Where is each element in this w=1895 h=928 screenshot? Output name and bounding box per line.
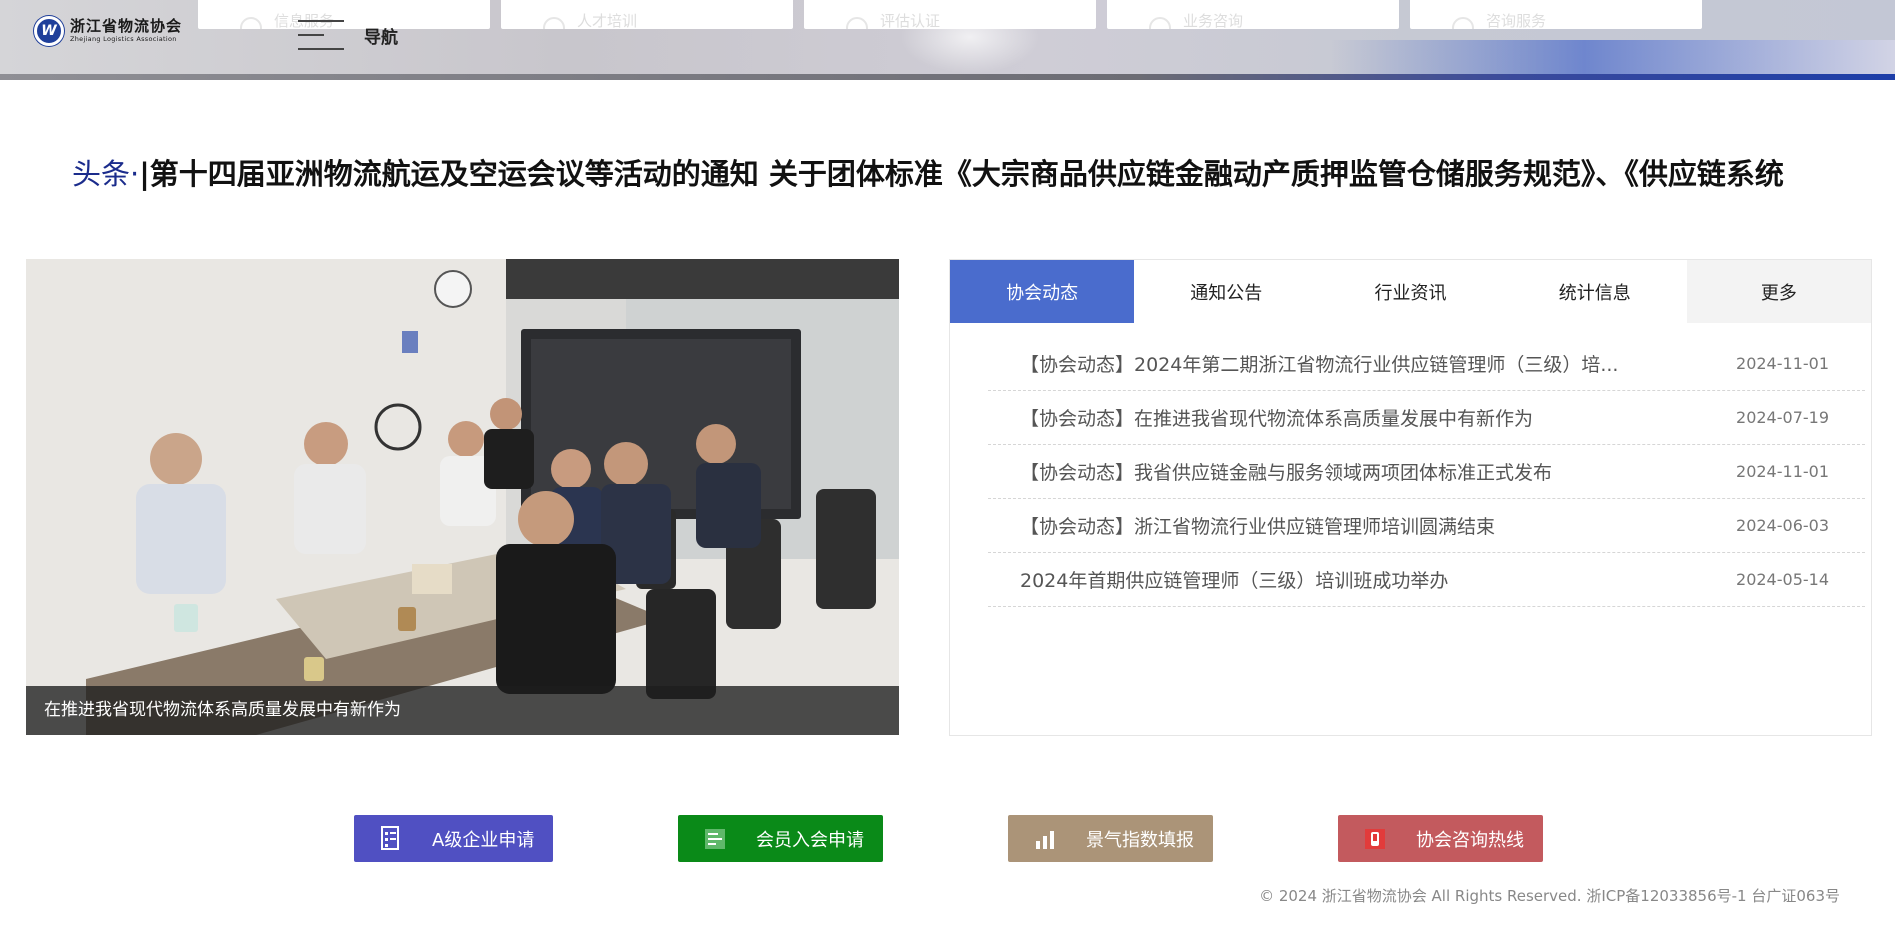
prosperity-index-report-button[interactable]: 景气指数填报 [1008, 815, 1213, 862]
news-title[interactable]: 【协会动态】2024年第二期浙江省物流行业供应链管理师（三级）培... [1020, 350, 1618, 377]
headline-text[interactable]: |第十四届亚洲物流航运及空运会议等活动的通知 关于团体标准《大宗商品供应链金融动… [139, 157, 1784, 191]
training-icon [543, 17, 565, 29]
nav-label: 导航 [364, 27, 398, 48]
top-card-4[interactable]: 业务咨询 [1107, 0, 1399, 29]
list-item[interactable]: 2024年首期供应链管理师（三级）培训班成功举办 2024-05-14 [988, 553, 1865, 607]
meeting-room-photo [26, 259, 899, 735]
featured-photo[interactable]: 在推进我省现代物流体系高质量发展中有新作为 [26, 259, 899, 735]
tab-association-news[interactable]: 协会动态 [950, 260, 1135, 323]
top-card-2[interactable]: 人才培训 [501, 0, 793, 29]
list-item[interactable]: 【协会动态】我省供应链金融与服务领域两项团体标准正式发布 2024-11-01 [988, 445, 1865, 499]
top-card-label: 咨询服务 [1486, 12, 1547, 29]
news-list: 【协会动态】2024年第二期浙江省物流行业供应链管理师（三级）培... 2024… [988, 337, 1865, 607]
header-banner-streak [1330, 40, 1895, 74]
chat-icon [1452, 17, 1474, 29]
top-service-cards: 信息服务 人才培训 评估认证 业务咨询 咨询服务 [198, 0, 1702, 29]
tab-more[interactable]: 更多 [1686, 260, 1872, 323]
gear-icon [846, 17, 868, 29]
a-level-enterprise-apply-label: A级企业申请 [432, 829, 535, 851]
news-tabs: 协会动态 通知公告 行业资讯 统计信息 更多 [950, 260, 1872, 323]
logo-emblem-icon: W [34, 16, 64, 46]
headline-ticker[interactable]: 头条·|第十四届亚洲物流航运及空运会议等活动的通知 关于团体标准《大宗商品供应链… [72, 152, 1852, 196]
footer-copyright: © 2024 浙江省物流协会 All Rights Reserved. 浙ICP… [1259, 887, 1840, 905]
member-join-apply-button[interactable]: 会员入会申请 [678, 815, 883, 862]
tab-industry-news[interactable]: 行业资讯 [1318, 260, 1503, 323]
document-list-icon [378, 825, 404, 852]
prosperity-index-report-label: 景气指数填报 [1086, 829, 1194, 851]
photo-caption[interactable]: 在推进我省现代物流体系高质量发展中有新作为 [26, 686, 899, 735]
logo-name-en: Zhejiang Logistics Association [70, 35, 177, 43]
news-date: 2024-06-03 [1736, 516, 1829, 535]
top-card-label: 人才培训 [577, 12, 638, 29]
top-card-label: 业务咨询 [1183, 12, 1244, 29]
top-card-3[interactable]: 评估认证 [804, 0, 1096, 29]
phone-icon [1362, 826, 1388, 852]
tab-statistics[interactable]: 统计信息 [1502, 260, 1687, 323]
hamburger-icon [298, 20, 344, 50]
list-item[interactable]: 【协会动态】在推进我省现代物流体系高质量发展中有新作为 2024-07-19 [988, 391, 1865, 445]
news-title[interactable]: 【协会动态】我省供应链金融与服务领域两项团体标准正式发布 [1020, 458, 1552, 485]
consulting-hotline-button[interactable]: 协会咨询热线 [1338, 815, 1543, 862]
site-logo[interactable]: W 浙江省物流协会 Zhejiang Logistics Association [34, 16, 182, 46]
news-date: 2024-11-01 [1736, 462, 1829, 481]
headline-label: 头条· [72, 157, 140, 191]
top-card-5[interactable]: 咨询服务 [1410, 0, 1702, 29]
top-card-label: 评估认证 [880, 12, 941, 29]
form-icon [702, 826, 728, 852]
news-date: 2024-11-01 [1736, 354, 1829, 373]
news-date: 2024-05-14 [1736, 570, 1829, 589]
site-header: 信息服务 人才培训 评估认证 业务咨询 咨询服务 W 浙江省物流协会 Zheji… [0, 0, 1895, 80]
bar-chart-icon [1032, 826, 1058, 852]
list-item[interactable]: 【协会动态】2024年第二期浙江省物流行业供应链管理师（三级）培... 2024… [988, 337, 1865, 391]
a-level-enterprise-apply-button[interactable]: A级企业申请 [354, 815, 553, 862]
news-panel: 协会动态 通知公告 行业资讯 统计信息 更多 【协会动态】2024年第二期浙江省… [949, 259, 1872, 736]
news-title[interactable]: 2024年首期供应链管理师（三级）培训班成功举办 [1020, 566, 1448, 593]
list-item[interactable]: 【协会动态】浙江省物流行业供应链管理师培训圆满结束 2024-06-03 [988, 499, 1865, 553]
logo-name-cn: 浙江省物流协会 [70, 17, 183, 35]
news-title[interactable]: 【协会动态】在推进我省现代物流体系高质量发展中有新作为 [1020, 404, 1533, 431]
member-join-apply-label: 会员入会申请 [756, 829, 864, 851]
service-icon [240, 17, 262, 29]
tab-notices[interactable]: 通知公告 [1134, 260, 1319, 323]
consulting-hotline-label: 协会咨询热线 [1416, 829, 1524, 851]
nav-menu-button[interactable]: 导航 [298, 20, 398, 50]
news-title[interactable]: 【协会动态】浙江省物流行业供应链管理师培训圆满结束 [1020, 512, 1495, 539]
globe-icon [1149, 17, 1171, 29]
news-date: 2024-07-19 [1736, 408, 1829, 427]
